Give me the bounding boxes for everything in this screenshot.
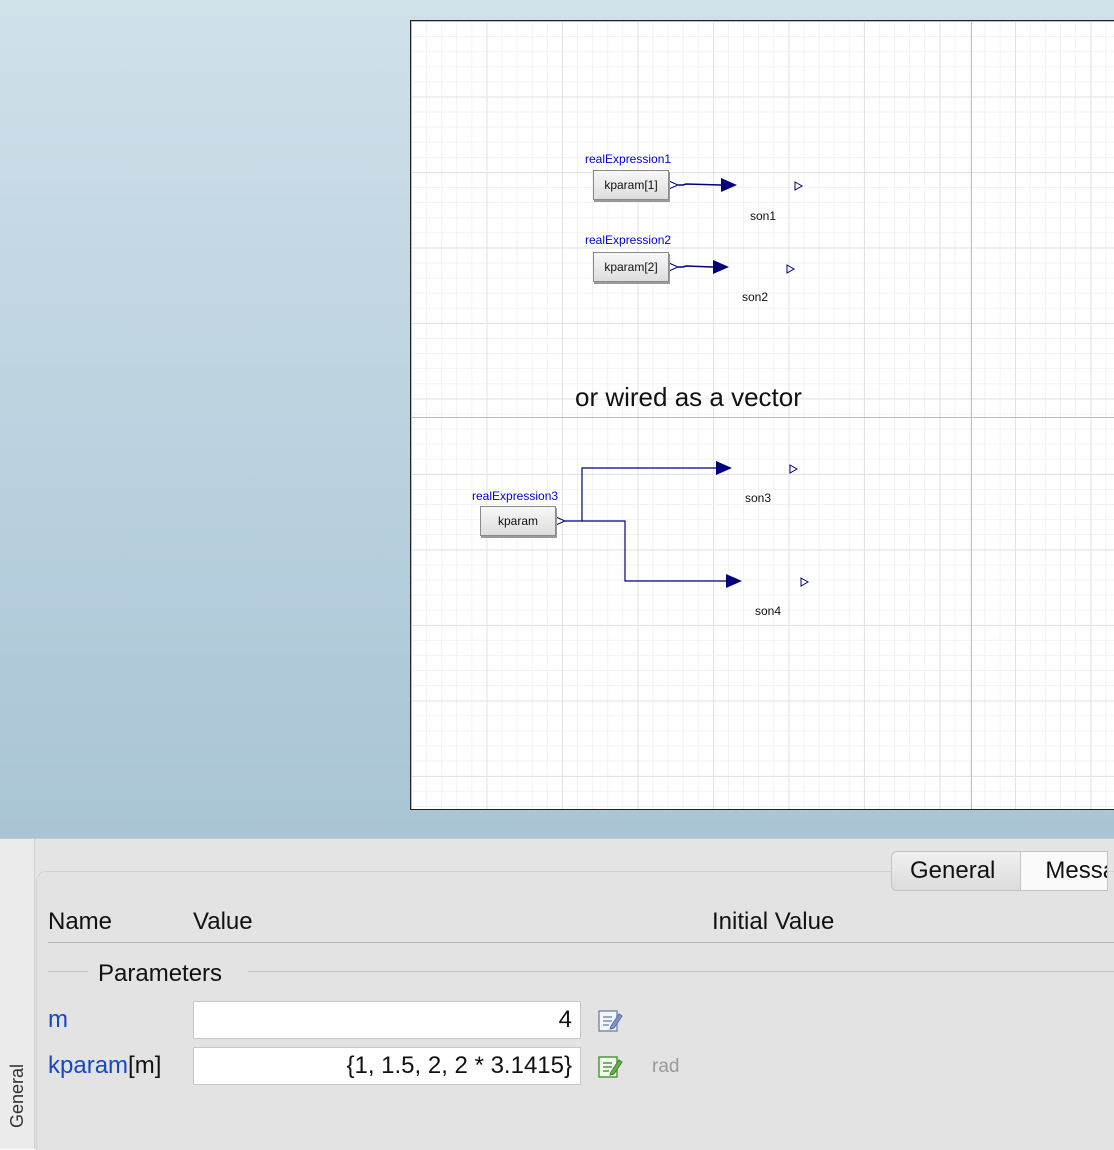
panel-tab-bar: General Messages bbox=[891, 851, 1109, 891]
realexpression1-label: realExpression1 bbox=[585, 152, 672, 166]
son1-label: son1 bbox=[750, 209, 777, 223]
column-header-name: Name bbox=[48, 908, 113, 935]
son1-input-arrow[interactable] bbox=[721, 178, 737, 192]
group-title-parameters: Parameters bbox=[98, 960, 223, 987]
tab-general[interactable]: General bbox=[892, 852, 1022, 890]
side-tab-general[interactable]: General bbox=[7, 1064, 28, 1128]
diagram-canvas[interactable]: realExpression1 kparam[1] realExpression… bbox=[410, 20, 1114, 810]
param-unit-kparam: rad bbox=[652, 1056, 680, 1077]
param-value-kparam[interactable]: {1, 1.5, 2, 2 * 3.1415} bbox=[193, 1047, 581, 1085]
realexpression2-label: realExpression2 bbox=[585, 233, 672, 247]
column-header-value: Value bbox=[193, 908, 253, 935]
param-name-kparam: kparam[m] bbox=[48, 1052, 161, 1080]
realexpression1-block[interactable]: kparam[1] bbox=[593, 170, 669, 200]
realexpression2-block[interactable]: kparam[2] bbox=[593, 252, 669, 282]
wire-kparam1-son1[interactable] bbox=[668, 180, 722, 190]
param-name-m: m bbox=[48, 1006, 68, 1034]
edit-kparam-icon[interactable] bbox=[597, 1054, 623, 1080]
header-separator bbox=[48, 942, 1114, 943]
son3-output-icon[interactable] bbox=[789, 464, 799, 474]
tab-messages[interactable]: Messages bbox=[1021, 852, 1108, 890]
param-name-kparam-suffix: [m] bbox=[128, 1052, 162, 1079]
edit-m-icon[interactable] bbox=[597, 1008, 623, 1034]
son2-output-icon[interactable] bbox=[786, 264, 796, 274]
realexpression3-label: realExpression3 bbox=[472, 489, 559, 503]
son3-label: son3 bbox=[745, 491, 772, 505]
diagram-note-text: or wired as a vector bbox=[575, 382, 802, 412]
son4-output-icon[interactable] bbox=[800, 577, 810, 587]
son4-label: son4 bbox=[755, 604, 782, 618]
group-line-left bbox=[48, 971, 88, 972]
param-value-m[interactable]: 4 bbox=[193, 1001, 581, 1039]
wire-layer bbox=[555, 178, 810, 588]
son1-output-icon[interactable] bbox=[794, 181, 804, 191]
wire-kparam-vector[interactable] bbox=[555, 467, 726, 582]
parameter-panel: General Messages bbox=[0, 838, 1114, 1150]
param-name-m-text: m bbox=[48, 1006, 68, 1033]
param-name-kparam-text: kparam bbox=[48, 1052, 129, 1079]
son3-input-arrow[interactable] bbox=[716, 461, 732, 475]
realexpression3-block[interactable]: kparam bbox=[480, 506, 556, 536]
son2-label: son2 bbox=[742, 290, 769, 304]
column-header-initial-value: Initial Value bbox=[712, 908, 835, 935]
group-line-right bbox=[248, 971, 1114, 972]
diagram-area: realExpression1 kparam[1] realExpression… bbox=[0, 0, 1114, 838]
son4-input-arrow[interactable] bbox=[726, 574, 742, 588]
son2-input-arrow[interactable] bbox=[713, 260, 729, 274]
wire-kparam2-son2[interactable] bbox=[668, 262, 714, 272]
